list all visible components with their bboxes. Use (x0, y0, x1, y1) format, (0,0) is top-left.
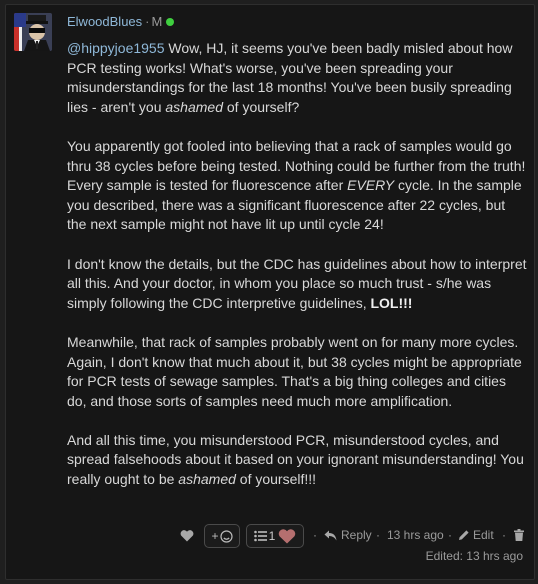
comment-post: ElwoodBlues · M @hippyjoe1955 Wow, HJ, it … (5, 4, 535, 580)
bold-text: LOL!!! (370, 294, 413, 311)
paragraph-text: of yourself!!! (235, 471, 317, 488)
paragraph-2: You apparently got fooled into believing… (67, 137, 527, 235)
author-name[interactable]: ElwoodBlues (67, 14, 142, 29)
smiley-icon (219, 529, 233, 543)
dot-separator: · (376, 528, 380, 542)
avatar-image (14, 13, 52, 51)
emphasis-text: ashamed (165, 98, 223, 115)
reply-label: Reply (341, 528, 372, 542)
post-actions-bar: + 1 · Reply · 13 hrs ago · Edit · (176, 522, 526, 548)
online-indicator-icon (166, 18, 175, 26)
post-timestamp[interactable]: 13 hrs ago (387, 522, 444, 548)
list-icon (253, 530, 267, 542)
pencil-icon (459, 530, 469, 540)
emphasis-text: ashamed (178, 471, 236, 488)
trash-icon (514, 529, 524, 541)
dot-separator: · (502, 528, 506, 542)
dot-separator: · (448, 528, 452, 542)
comment-body: @hippyjoe1955 Wow, HJ, it seems you've b… (67, 39, 527, 509)
paragraph-text: I don't know the details, but the CDC ha… (67, 255, 527, 311)
paragraph-1: @hippyjoe1955 Wow, HJ, it seems you've b… (67, 39, 527, 117)
dot-separator: · (313, 528, 317, 542)
edit-button[interactable]: Edit (458, 522, 494, 548)
user-mention-link[interactable]: @hippyjoe1955 (67, 40, 165, 56)
paragraph-5: And all this time, you misunderstood PCR… (67, 431, 527, 490)
post-header: ElwoodBlues · M (67, 14, 175, 30)
paragraph-3: I don't know the details, but the CDC ha… (67, 255, 527, 314)
like-button[interactable] (180, 522, 194, 548)
paragraph-text: of yourself? (222, 98, 300, 115)
add-reaction-button[interactable]: + (204, 524, 240, 548)
reply-button[interactable]: Reply (324, 522, 372, 548)
add-reaction-label: + (211, 529, 219, 543)
paragraph-4: Meanwhile, that rack of samples probably… (67, 333, 527, 411)
heart-reaction-icon (279, 529, 296, 544)
emphasis-text: EVERY (347, 177, 395, 194)
header-separator: · (145, 14, 150, 29)
paragraph-text: Meanwhile, that rack of samples probably… (67, 333, 522, 409)
edit-label: Edit (473, 528, 494, 542)
edited-timestamp: Edited: 13 hrs ago (425, 549, 523, 563)
reply-arrow-icon (324, 530, 337, 540)
user-avatar[interactable] (14, 13, 52, 51)
reactions-summary-button[interactable]: 1 (246, 524, 304, 548)
delete-button[interactable] (514, 522, 524, 548)
rank-badge: M (151, 14, 163, 29)
reaction-count: 1 (268, 529, 276, 543)
heart-icon (180, 529, 194, 541)
